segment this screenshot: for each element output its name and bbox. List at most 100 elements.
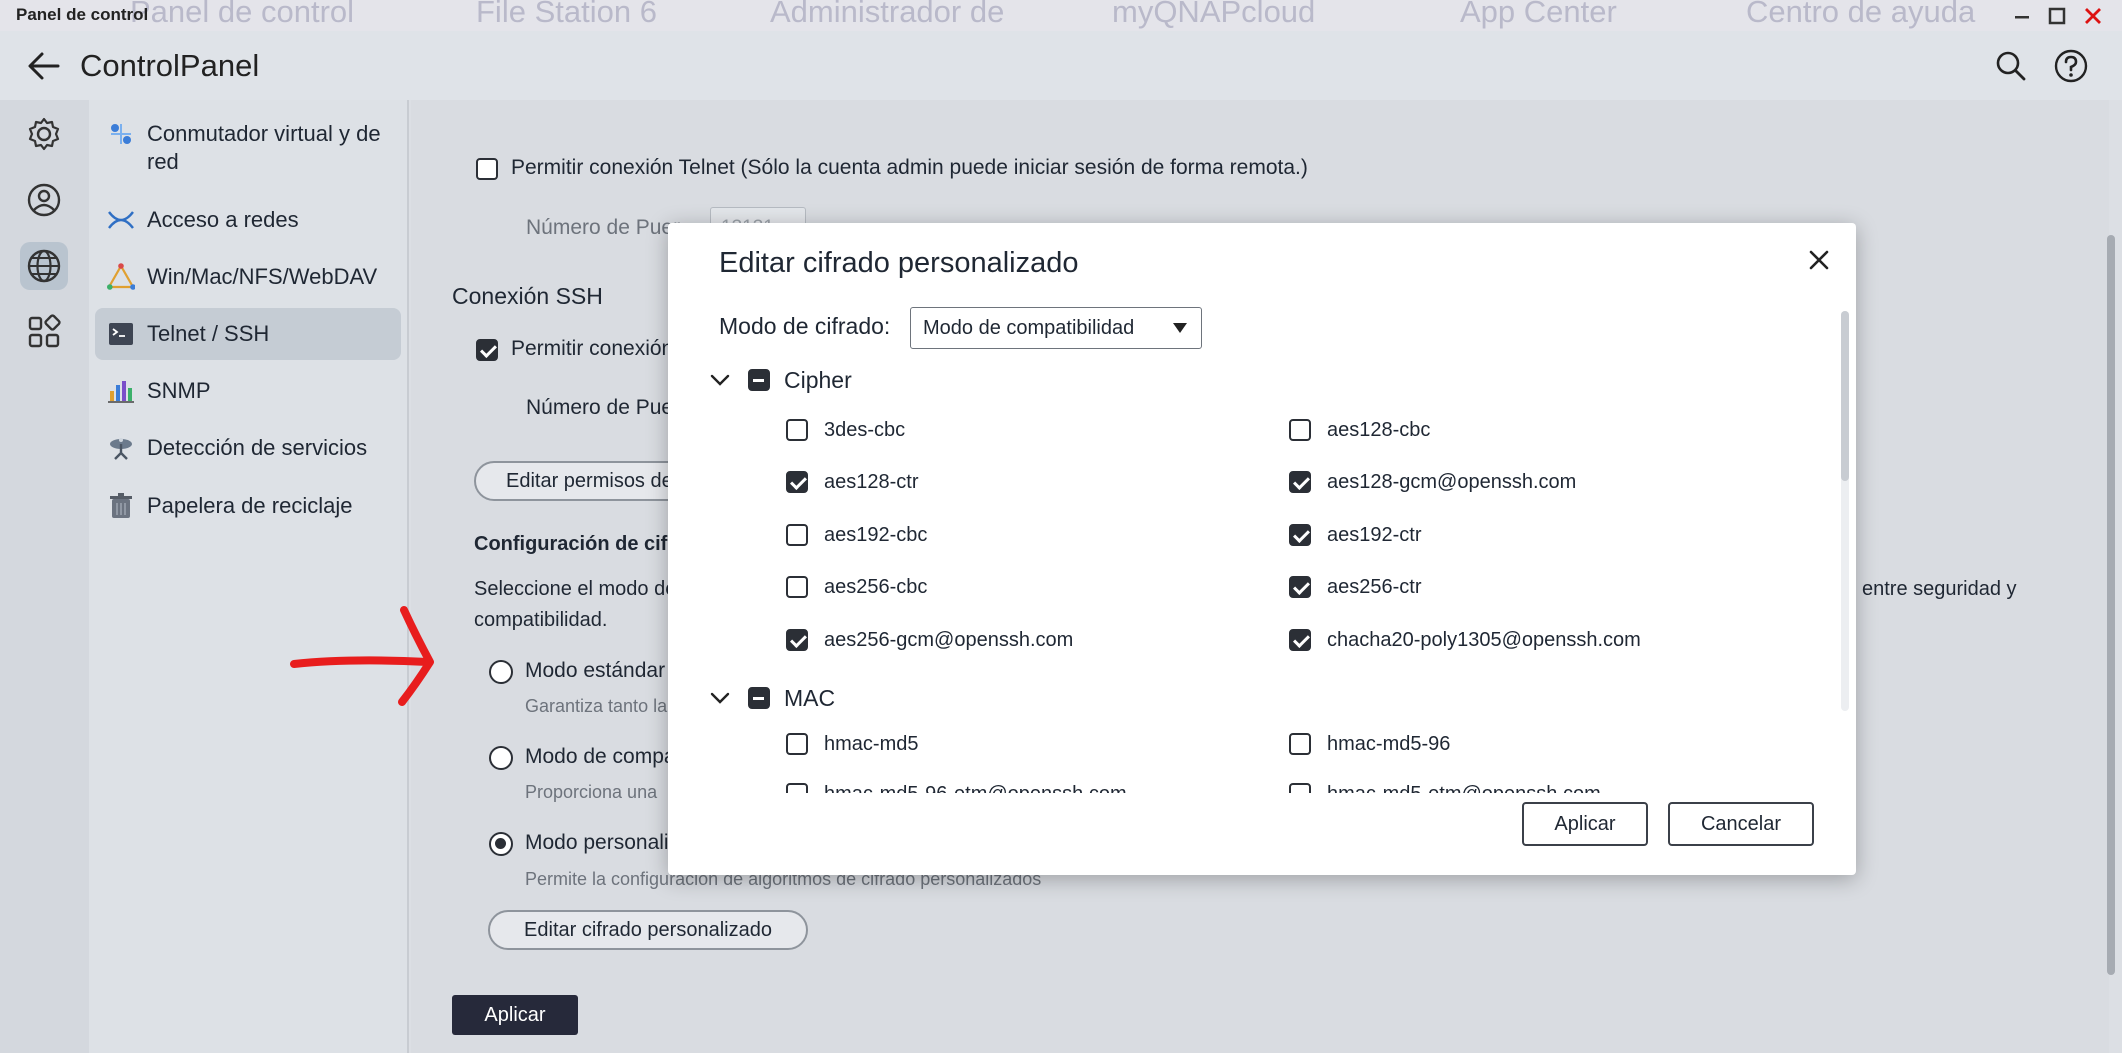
group-checkbox-mac[interactable]	[748, 687, 770, 709]
option-checkbox[interactable]	[786, 733, 808, 755]
ghost-tab: Centro de ayuda	[1746, 0, 1976, 29]
option-label: hmac-md5-96-etm@openssh.com	[824, 783, 1127, 794]
option-hmac-md5-etm[interactable]: hmac-md5-etm@openssh.com	[1289, 779, 1601, 793]
dialog-scrollbar-thumb[interactable]	[1841, 311, 1849, 481]
edit-custom-cipher-button[interactable]: Editar cifrado personalizado	[488, 910, 808, 950]
search-button[interactable]	[1993, 48, 2029, 84]
option-chacha20-poly1305[interactable]: chacha20-poly1305@openssh.com	[1289, 625, 1641, 655]
option-aes256-gcm[interactable]: aes256-gcm@openssh.com	[786, 625, 1073, 655]
dialog-scrollbar[interactable]	[1841, 311, 1849, 711]
mode-standard-radio[interactable]	[489, 660, 513, 684]
submenu-label: Papelera de reciclaje	[147, 493, 353, 518]
submenu-item-network-access[interactable]: Acceso a redes	[95, 194, 401, 246]
apps-icon	[28, 314, 61, 348]
option-aes128-ctr[interactable]: aes128-ctr	[786, 467, 919, 497]
option-hmac-md5[interactable]: hmac-md5	[786, 729, 918, 759]
rail-item-apps[interactable]	[20, 308, 68, 356]
group-header-mac[interactable]: MAC	[708, 681, 835, 715]
submenu-item-virtual-switch[interactable]: Conmutador virtual y de red	[95, 108, 401, 188]
ghost-tab: Administrador de	[770, 0, 1005, 29]
ssh-allow-checkbox[interactable]	[476, 339, 498, 361]
option-hmac-md5-96[interactable]: hmac-md5-96	[1289, 729, 1450, 759]
mode-compat-desc: Proporciona una	[525, 782, 658, 802]
option-label: aes192-cbc	[824, 523, 928, 546]
submenu-item-win-mac-nfs[interactable]: Win/Mac/NFS/WebDAV	[95, 251, 401, 303]
option-aes192-cbc[interactable]: aes192-cbc	[786, 520, 927, 550]
option-checkbox[interactable]	[786, 576, 808, 598]
option-aes128-cbc[interactable]: aes128-cbc	[1289, 415, 1430, 445]
group-checkbox-cipher[interactable]	[748, 369, 770, 391]
dialog-cancel-button[interactable]: Cancelar	[1668, 802, 1814, 846]
cipher-desc-line2: compatibilidad.	[474, 609, 608, 631]
option-label: aes256-gcm@openssh.com	[824, 628, 1074, 651]
minimize-button[interactable]	[2007, 2, 2037, 30]
satellite-dish-icon	[110, 438, 132, 460]
close-icon	[1809, 250, 1829, 270]
submenu: Conmutador virtual y de red Acceso a red…	[89, 100, 409, 1053]
option-checkbox[interactable]	[1289, 471, 1311, 493]
main-scrollbar[interactable]	[2107, 235, 2115, 975]
option-checkbox[interactable]	[1289, 576, 1311, 598]
rail-item-users[interactable]	[20, 176, 68, 224]
option-checkbox[interactable]	[786, 471, 808, 493]
dialog-cancel-label: Cancelar	[1700, 812, 1782, 835]
cipher-desc-right: entre seguridad y	[1862, 578, 2017, 600]
submenu-item-snmp[interactable]: SNMP	[95, 365, 401, 417]
rail-item-settings[interactable]	[20, 110, 68, 158]
submenu-label: Detección de servicios	[147, 435, 368, 460]
option-3des-cbc[interactable]: 3des-cbc	[786, 415, 905, 445]
dialog-apply-label: Aplicar	[1554, 812, 1616, 835]
user-icon	[27, 183, 61, 217]
dialog-apply-button[interactable]: Aplicar	[1522, 802, 1648, 846]
cipher-desc-left: Seleccione el modo de	[474, 578, 677, 600]
option-checkbox[interactable]	[1289, 733, 1311, 755]
close-window-button[interactable]	[2078, 2, 2108, 30]
back-button[interactable]	[26, 49, 62, 83]
ssh-port-label: Número de Puer	[526, 396, 681, 419]
cipher-mode-label: Modo de cifrado:	[719, 313, 891, 339]
option-checkbox[interactable]	[786, 629, 808, 651]
submenu-label: Telnet / SSH	[147, 321, 270, 346]
option-checkbox[interactable]	[786, 524, 808, 546]
gear-icon	[28, 117, 60, 151]
option-checkbox[interactable]	[786, 419, 808, 441]
option-aes128-gcm[interactable]: aes128-gcm@openssh.com	[1289, 467, 1576, 497]
maximize-button[interactable]	[2042, 2, 2072, 30]
cipher-mode-value: Modo de compatibilidad	[923, 317, 1135, 339]
group-header-cipher[interactable]: Cipher	[708, 363, 852, 397]
option-aes256-cbc[interactable]: aes256-cbc	[786, 572, 927, 602]
ghost-tab: App Center	[1460, 0, 1617, 29]
mode-compat-radio[interactable]	[489, 746, 513, 770]
option-label: chacha20-poly1305@openssh.com	[1327, 628, 1641, 651]
ghost-tab: Panel de control	[130, 0, 355, 29]
globe-icon	[27, 249, 61, 283]
help-button[interactable]	[2053, 48, 2089, 84]
submenu-item-telnet-ssh[interactable]: Telnet / SSH	[95, 308, 401, 360]
option-label: aes128-ctr	[824, 470, 919, 493]
dialog-close-button[interactable]	[1804, 245, 1834, 275]
option-checkbox[interactable]	[1289, 629, 1311, 651]
mode-standard-label: Modo estándar	[525, 659, 666, 682]
option-checkbox[interactable]	[1289, 524, 1311, 546]
option-label: aes128-cbc	[1327, 418, 1431, 441]
mode-custom-radio[interactable]	[489, 832, 513, 856]
option-aes256-ctr[interactable]: aes256-ctr	[1289, 572, 1422, 602]
telnet-checkbox[interactable]	[476, 158, 498, 180]
option-hmac-md5-96-etm[interactable]: hmac-md5-96-etm@openssh.com	[786, 779, 1127, 793]
option-checkbox[interactable]	[1289, 419, 1311, 441]
option-aes192-ctr[interactable]: aes192-ctr	[1289, 520, 1422, 550]
cipher-mode-select[interactable]: Modo de compatibilidad	[910, 307, 1202, 349]
submenu-item-recycle-bin[interactable]: Papelera de reciclaje	[95, 480, 401, 532]
option-checkbox[interactable]	[1289, 783, 1311, 793]
option-label: hmac-md5-96	[1327, 732, 1451, 755]
ssh-section-title: Conexión SSH	[452, 283, 603, 309]
option-checkbox[interactable]	[786, 783, 808, 793]
minimize-icon	[2015, 16, 2029, 19]
apply-button[interactable]: Aplicar	[452, 995, 578, 1035]
option-label: hmac-md5	[824, 732, 919, 755]
submenu-item-service-discovery[interactable]: Detección de servicios	[95, 422, 401, 474]
rail-item-network[interactable]	[20, 242, 68, 290]
trash-icon	[110, 493, 132, 518]
telnet-label: Permitir conexión Telnet (Sólo la cuenta…	[511, 156, 1308, 179]
mode-compat-label: Modo de compa	[525, 745, 676, 768]
